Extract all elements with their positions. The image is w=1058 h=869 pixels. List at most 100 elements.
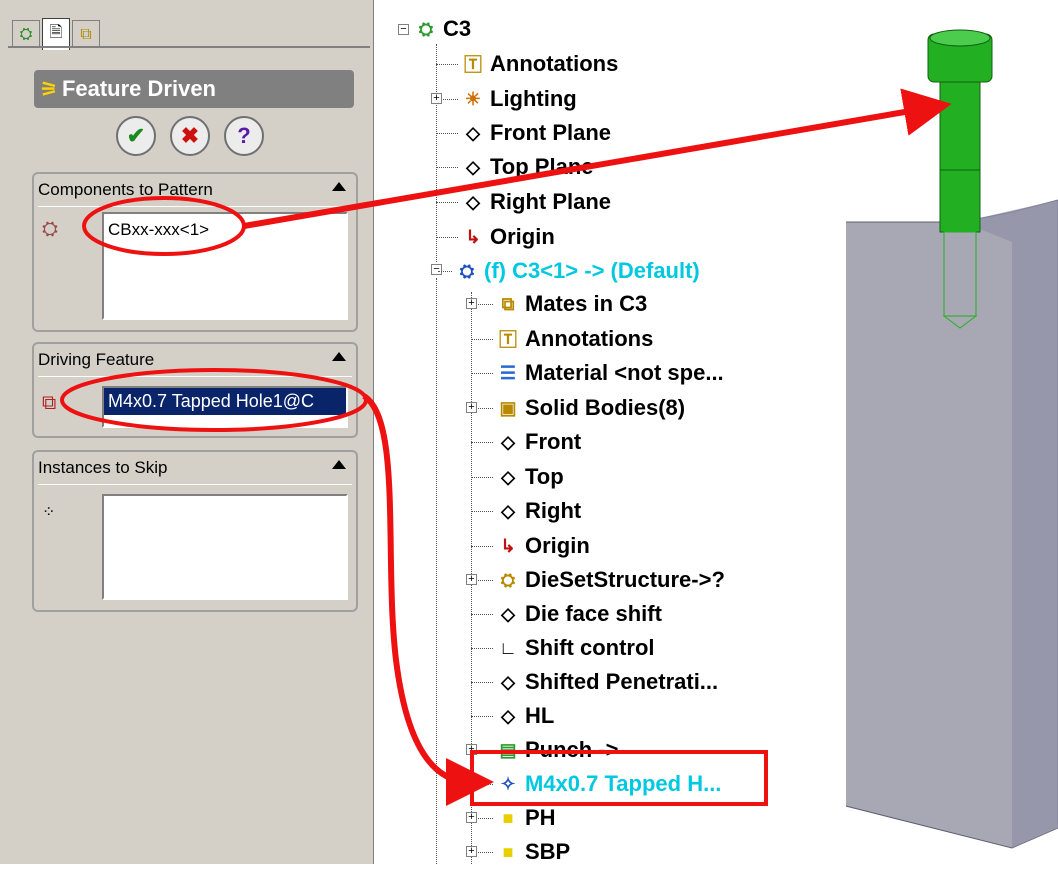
annotations-icon: 🅃 xyxy=(499,330,517,350)
instances-to-skip-group: Instances to Skip ⁘ xyxy=(32,450,358,612)
solid-bodies-icon: ▣ xyxy=(499,397,517,418)
tab-feature-manager[interactable]: ⛭ xyxy=(12,20,40,48)
tree-item-label: Top Plane xyxy=(490,154,594,179)
model-view xyxy=(821,29,1058,849)
expand-icon[interactable]: + xyxy=(431,93,442,104)
plane-icon: ◇ xyxy=(501,603,515,624)
tree-item[interactable]: ◇ Top xyxy=(471,460,564,494)
divider xyxy=(38,484,352,485)
tree-item[interactable]: ◇ Top Plane xyxy=(436,150,594,184)
driving-feature-group: Driving Feature ⧉ M4x0.7 Tapped Hole1@C xyxy=(32,342,358,438)
driving-feature-list[interactable]: M4x0.7 Tapped Hole1@C xyxy=(102,386,348,428)
tree-item[interactable]: ◇ Right Plane xyxy=(436,185,611,219)
list-item[interactable]: CBxx-xxx<1> xyxy=(108,220,209,239)
tree-item[interactable]: 🅃 Annotations xyxy=(471,322,653,356)
sketch-icon: ∟ xyxy=(499,637,517,658)
collapse-arrow-icon[interactable] xyxy=(332,182,346,191)
tree-item-component[interactable]: ⛭ (f) C3<1> -> (Default) xyxy=(438,254,700,288)
tab-configuration-manager[interactable]: ⧉ xyxy=(72,20,100,48)
list-item[interactable]: M4x0.7 Tapped Hole1@C xyxy=(104,388,346,415)
configuration-manager-icon: ⧉ xyxy=(80,25,92,43)
plane-icon: ◇ xyxy=(466,156,480,177)
plane-icon: ◇ xyxy=(501,431,515,452)
action-buttons: ✔ ✖ ? xyxy=(116,116,276,158)
expand-icon[interactable]: + xyxy=(466,812,477,823)
tree-item[interactable]: ☀ Lighting xyxy=(436,82,577,116)
help-button[interactable]: ? xyxy=(224,116,264,156)
divider xyxy=(38,376,352,377)
tree-root[interactable]: − ⛭ C3 xyxy=(398,12,471,46)
tree-item-label: C3 xyxy=(443,16,472,41)
expand-icon[interactable]: + xyxy=(466,574,477,585)
tree-item-label: Shift control xyxy=(525,635,655,660)
collapse-arrow-icon[interactable] xyxy=(332,460,346,469)
tree-item-label: Material <not spe... xyxy=(525,360,724,385)
tree-item[interactable]: ☰ Material <not spe... xyxy=(471,356,724,390)
tree-item-label: Lighting xyxy=(490,86,577,111)
tree-item[interactable]: ◇ Right xyxy=(471,494,581,528)
plane-icon: ◇ xyxy=(501,671,515,692)
cancel-button[interactable]: ✖ xyxy=(170,116,210,156)
tree-item[interactable]: ◇ HL xyxy=(471,699,554,733)
group-title: Components to Pattern xyxy=(38,180,213,199)
manager-tab-strip: ⛭ 🗎 ⧉ xyxy=(8,8,370,50)
tree-item-label: Annotations xyxy=(525,326,654,351)
tab-divider xyxy=(8,46,370,48)
tree-item-label: M4x0.7 Tapped H... xyxy=(525,771,722,796)
tree-item-selected[interactable]: ✧ M4x0.7 Tapped H... xyxy=(471,767,721,801)
tree-item[interactable]: ∟ Shift control xyxy=(471,631,655,665)
ok-button[interactable]: ✔ xyxy=(116,116,156,156)
collapse-icon[interactable]: − xyxy=(398,23,409,35)
expand-icon[interactable]: + xyxy=(466,298,477,309)
close-icon: ✖ xyxy=(180,123,200,148)
tree-item[interactable]: ◇ Front Plane xyxy=(436,116,611,150)
tree-item-label: Front xyxy=(525,429,582,454)
expand-icon[interactable]: + xyxy=(466,778,477,789)
plane-icon: ◇ xyxy=(501,500,515,521)
tree-item[interactable]: 🅃 Annotations xyxy=(436,47,618,81)
expand-icon[interactable]: + xyxy=(466,744,477,755)
folder-icon: ▤ xyxy=(499,739,517,760)
origin-icon: ↳ xyxy=(465,226,481,247)
expand-icon[interactable]: + xyxy=(466,846,477,857)
components-list[interactable]: CBxx-xxx<1> xyxy=(102,212,348,320)
checkmark-icon: ✔ xyxy=(126,123,146,148)
property-manager-icon: 🗎 xyxy=(49,24,63,41)
tree-item[interactable]: ■ PH xyxy=(471,801,556,835)
divider xyxy=(38,206,352,207)
screw-shank xyxy=(939,79,981,233)
assembly-icon: ⛭ xyxy=(418,18,434,39)
plane-icon: ◇ xyxy=(501,705,515,726)
feature-manager-icon: ⛭ xyxy=(19,25,33,43)
part-icon: ⛭ xyxy=(459,260,475,281)
tree-item[interactable]: ◇ Die face shift xyxy=(471,597,662,631)
tree-item-label: Origin xyxy=(525,533,590,558)
plane-icon: ◇ xyxy=(466,191,480,212)
help-icon: ? xyxy=(237,123,251,148)
component-icon: ⛭ xyxy=(42,218,58,240)
tree-guide xyxy=(436,278,437,864)
instances-list[interactable] xyxy=(102,494,348,600)
tree-item[interactable]: ⛭ DieSetStructure->? xyxy=(471,563,725,597)
tree-item[interactable]: ↳ Origin xyxy=(436,220,555,254)
plane-icon: ◇ xyxy=(466,122,480,143)
screw-head-top xyxy=(929,29,991,47)
tree-item[interactable]: ◇ Shifted Penetrati... xyxy=(471,665,718,699)
tree-item-label: Mates in C3 xyxy=(525,291,648,316)
tree-item[interactable]: ↳ Origin xyxy=(471,529,590,563)
folder-icon: ■ xyxy=(502,841,514,862)
tree-item-label: Annotations xyxy=(490,51,619,76)
tree-item-label: PH xyxy=(525,805,556,830)
tree-item-label: (f) C3<1> -> (Default) xyxy=(484,258,700,283)
collapse-arrow-icon[interactable] xyxy=(332,352,346,361)
tree-item[interactable]: ▤ Punch -> xyxy=(471,733,619,767)
graphics-viewport[interactable] xyxy=(821,0,1058,864)
tree-item[interactable]: ▣ Solid Bodies(8) xyxy=(471,391,685,425)
expand-icon[interactable]: + xyxy=(466,402,477,413)
tree-item[interactable]: ◇ Front xyxy=(471,425,581,459)
tree-item-label: SBP xyxy=(525,839,571,864)
folder-icon: ■ xyxy=(502,807,514,828)
pattern-feature-icon: ⚞ xyxy=(40,78,58,101)
tree-item-label: Punch -> xyxy=(525,737,619,762)
tree-item[interactable]: ⧉ Mates in C3 xyxy=(471,287,647,321)
